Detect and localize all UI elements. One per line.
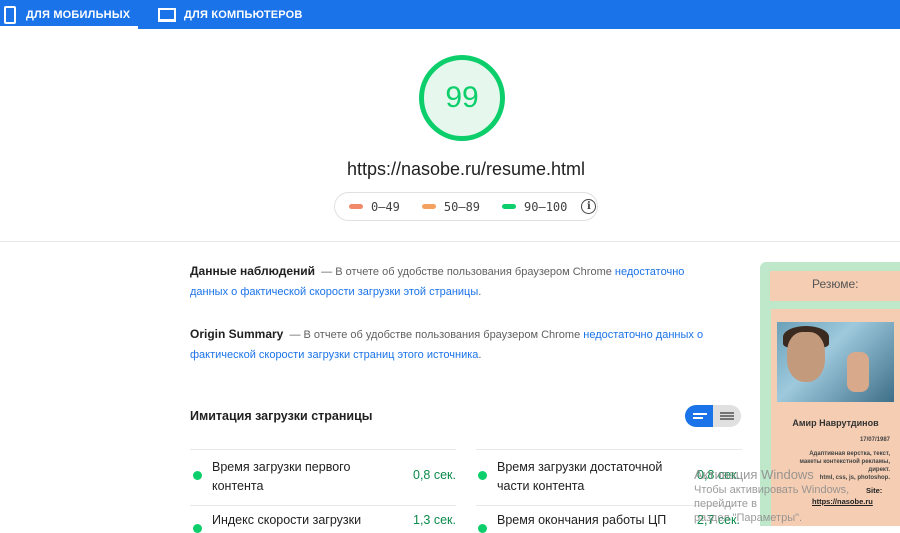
tab-mobile-label: ДЛЯ МОБИЛЬНЫХ xyxy=(26,8,131,21)
pass-dot-icon xyxy=(193,524,202,533)
view-toggle[interactable] xyxy=(685,405,741,427)
field-data-tail: . xyxy=(478,286,482,298)
metric-first-contentful-paint: Время загрузки первого контента xyxy=(193,458,402,496)
preview-desc-1: Адаптивная верстка, текст, xyxy=(809,451,890,457)
metric-value: 1,3 сек. xyxy=(413,513,456,527)
origin-summary-text: — В отчете об удобстве пользования брауз… xyxy=(289,329,584,341)
metric-label: Время окончания работы ЦП xyxy=(497,513,667,527)
metric-label: Время загрузки первого xyxy=(212,460,351,474)
windows-activation-watermark: Активация Windows Чтобы активировать Win… xyxy=(694,467,900,525)
legend-item-pass: 90–100 xyxy=(502,200,567,214)
origin-summary-title: Origin Summary xyxy=(190,327,284,341)
origin-summary-section: Origin Summary — В отчете об удобстве по… xyxy=(190,324,710,365)
metric-label-cont: части контента xyxy=(497,479,585,493)
section-divider xyxy=(0,241,900,242)
tested-url: https://nasobe.ru/resume.html xyxy=(346,159,586,179)
metric-label: Время загрузки достаточной xyxy=(497,460,663,474)
toggle-summary-view[interactable] xyxy=(685,405,715,427)
watermark-line-3: раздел "Параметры". xyxy=(694,512,803,524)
phone-icon xyxy=(4,5,16,24)
active-tab-indicator xyxy=(0,26,138,29)
lab-data-title: Имитация загрузки страницы xyxy=(190,409,373,423)
metrics-divider-right xyxy=(476,449,742,450)
pass-dot-icon xyxy=(478,471,487,480)
metric-cpu-idle: Время окончания работы ЦП xyxy=(478,511,697,533)
preview-header-title: Резюме: xyxy=(812,277,859,291)
legend-label-pass: 90–100 xyxy=(524,199,568,214)
legend-item-fail: 0–49 xyxy=(349,200,400,214)
preview-photo xyxy=(777,322,894,402)
performance-score-gauge: 99 xyxy=(419,55,505,141)
performance-score: 99 xyxy=(445,81,479,114)
metric-first-meaningful-paint: Время загрузки достаточной части контент… xyxy=(478,458,697,496)
legend-item-average: 50–89 xyxy=(421,199,481,214)
preview-desc-2: макеты контекстной рекламы, xyxy=(799,459,890,465)
legend-swatch-average xyxy=(421,204,436,209)
laptop-icon xyxy=(158,7,176,22)
origin-summary-tail: . xyxy=(478,349,482,361)
preview-name: Амир Наврутдинов xyxy=(792,418,879,428)
watermark-line-2: Чтобы активировать Windows, перейдите в xyxy=(694,484,850,510)
pass-dot-icon xyxy=(193,471,202,480)
legend-label-average: 50–89 xyxy=(443,199,481,214)
legend-label-fail: 0–49 xyxy=(371,199,400,214)
field-data-section: Данные наблюдений — В отчете об удобстве… xyxy=(190,261,710,302)
watermark-title: Активация Windows xyxy=(694,467,814,482)
tab-desktop-label: ДЛЯ КОМПЬЮТЕРОВ xyxy=(184,8,303,21)
tab-mobile[interactable]: ДЛЯ МОБИЛЬНЫХ xyxy=(0,0,138,29)
field-data-text: — В отчете об удобстве пользования брауз… xyxy=(321,266,615,278)
legend-swatch-pass xyxy=(502,204,517,209)
metric-value: 0,8 сек. xyxy=(413,468,456,482)
metric-label: Индекс скорости загрузки xyxy=(212,513,362,527)
score-legend: 0–49 50–89 90–100 i xyxy=(334,192,598,221)
field-data-title: Данные наблюдений xyxy=(190,264,316,278)
metric-speed-index: Индекс скорости загрузки xyxy=(193,511,402,533)
pass-dot-icon xyxy=(478,524,487,533)
info-icon[interactable]: i xyxy=(581,199,597,214)
metrics-divider-left xyxy=(190,449,456,450)
legend-swatch-fail xyxy=(349,204,363,209)
preview-date: 17/07/1987 xyxy=(859,437,890,443)
toggle-details-view[interactable] xyxy=(713,405,741,427)
tab-desktop[interactable]: ДЛЯ КОМПЬЮТЕРОВ xyxy=(158,0,303,29)
metrics-divider-left-2 xyxy=(190,505,456,506)
metric-label-cont: контента xyxy=(212,479,264,493)
